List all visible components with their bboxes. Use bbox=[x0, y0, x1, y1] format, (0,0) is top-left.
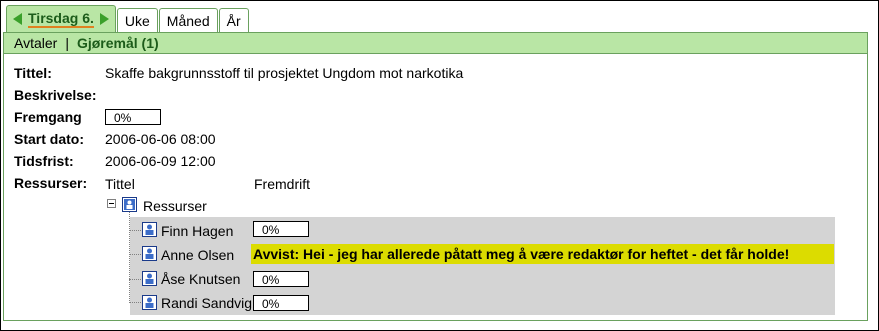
resource-name: Finn Hagen bbox=[161, 223, 234, 239]
tree-root-label: Ressurser bbox=[143, 198, 207, 214]
prev-day-arrow-icon[interactable] bbox=[13, 13, 22, 25]
resource-name: Anne Olsen bbox=[161, 247, 235, 263]
collapse-icon[interactable] bbox=[107, 199, 116, 208]
column-progress-header: Fremdrift bbox=[254, 176, 310, 192]
calendar-frame: Tirsdag 6. Uke Måned År Avtaler | Gjørem… bbox=[0, 0, 879, 331]
start-date-label: Start dato: bbox=[14, 131, 84, 147]
person-icon bbox=[142, 222, 157, 237]
tasks-link[interactable]: Gjøremål (1) bbox=[77, 35, 159, 51]
tree-line bbox=[129, 279, 141, 280]
resource-name: Åse Knutsen bbox=[161, 271, 241, 287]
title-value: Skaffe bakgrunnsstoff til prosjektet Ung… bbox=[105, 65, 464, 81]
tree-line bbox=[129, 254, 141, 255]
appointments-link[interactable]: Avtaler bbox=[14, 35, 57, 51]
resource-progress-field[interactable]: 0% bbox=[253, 295, 309, 311]
deadline-value: 2006-06-09 12:00 bbox=[105, 153, 216, 169]
person-icon bbox=[142, 271, 157, 286]
sub-navigation: Avtaler | Gjøremål (1) bbox=[3, 32, 868, 54]
subnav-separator: | bbox=[65, 35, 69, 51]
tree-line bbox=[129, 302, 141, 303]
tab-month[interactable]: Måned bbox=[158, 8, 218, 32]
resource-group-icon bbox=[122, 197, 137, 212]
task-progress-field[interactable]: 0% bbox=[105, 109, 161, 125]
tree-line bbox=[129, 212, 130, 301]
person-icon bbox=[142, 246, 157, 261]
tree-line bbox=[129, 230, 141, 231]
deadline-label: Tidsfrist: bbox=[14, 153, 74, 169]
progress-label: Fremgang bbox=[14, 109, 82, 125]
description-label: Beskrivelse: bbox=[14, 87, 97, 103]
title-label: Tittel: bbox=[14, 65, 52, 81]
tab-day-label[interactable]: Tirsdag 6. bbox=[28, 10, 94, 28]
rejected-status-message: Avvist: Hei - jeg har allerede påtatt me… bbox=[251, 244, 834, 264]
resource-name: Randi Sandvig bbox=[161, 295, 253, 311]
person-icon bbox=[142, 295, 157, 310]
column-title-header: Tittel bbox=[105, 176, 135, 192]
resource-progress-field[interactable]: 0% bbox=[253, 271, 309, 287]
resources-label: Ressurser: bbox=[14, 175, 88, 191]
tab-year[interactable]: År bbox=[218, 8, 249, 32]
start-date-value: 2006-06-06 08:00 bbox=[105, 131, 216, 147]
task-details: Tittel: Skaffe bakgrunnsstoff til prosje… bbox=[3, 54, 868, 321]
resource-progress-field[interactable]: 0% bbox=[253, 221, 309, 237]
tab-week[interactable]: Uke bbox=[116, 8, 158, 32]
tab-day[interactable]: Tirsdag 6. bbox=[6, 5, 116, 32]
next-day-arrow-icon[interactable] bbox=[99, 13, 109, 25]
view-tabs: Tirsdag 6. Uke Måned År bbox=[6, 5, 250, 32]
